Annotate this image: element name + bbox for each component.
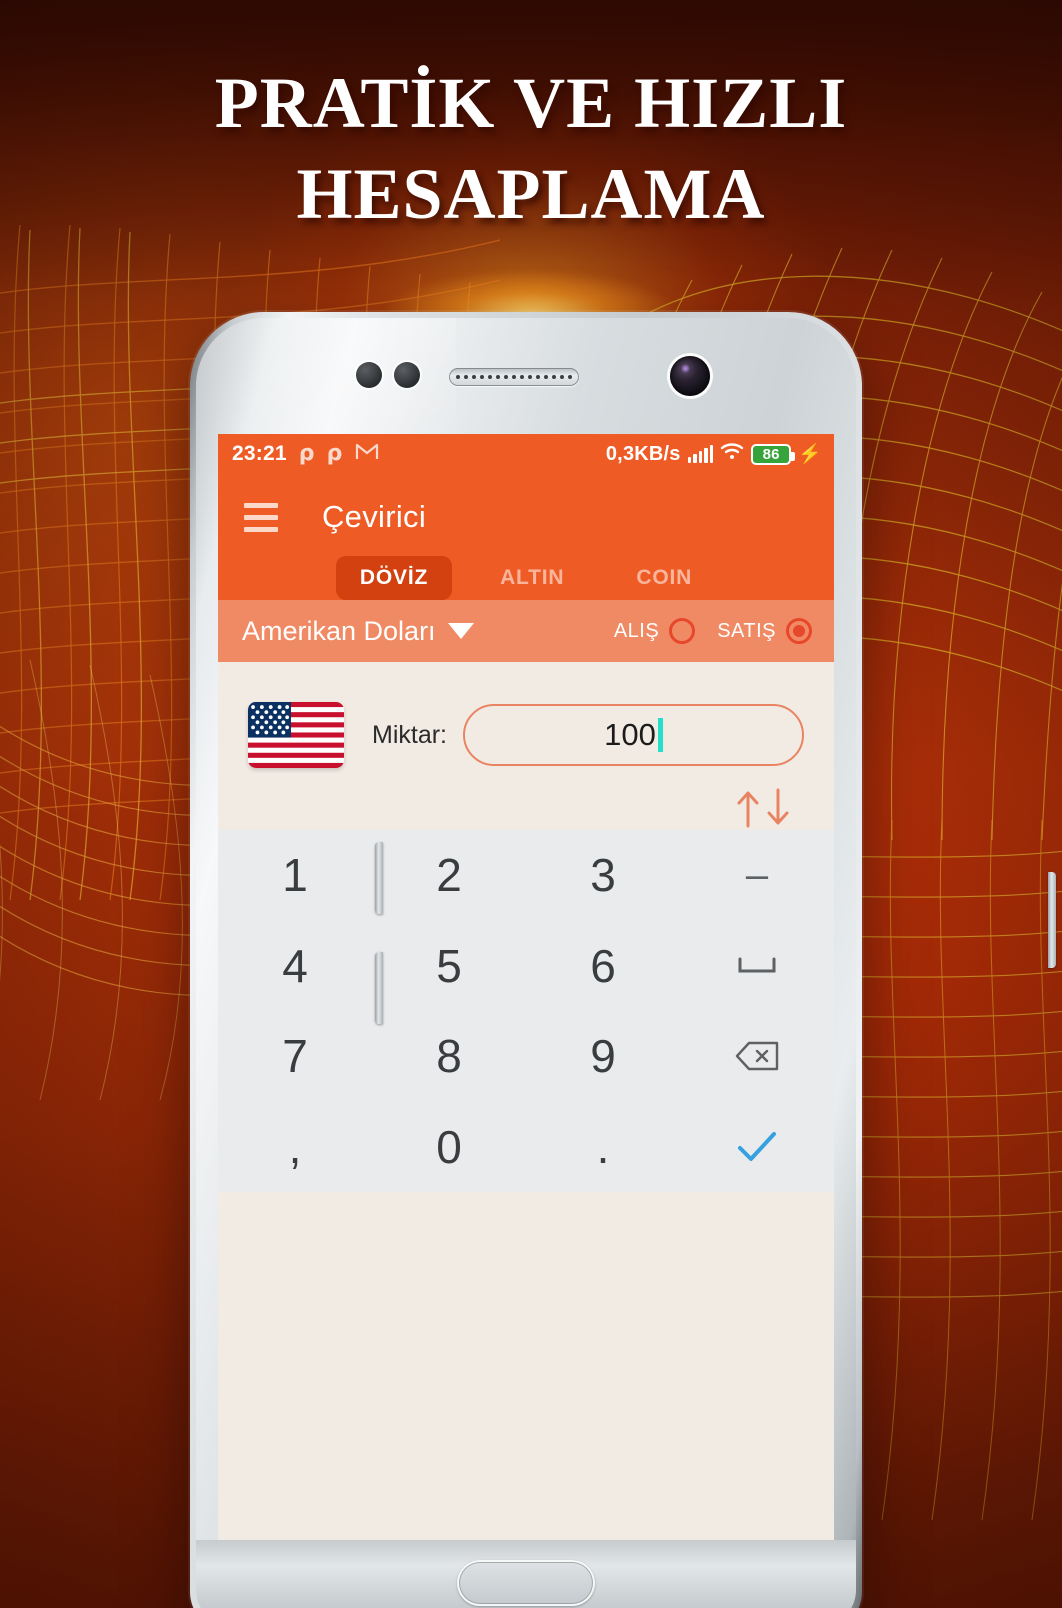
app-title: Çevirici	[322, 499, 427, 534]
key-9[interactable]: 9	[526, 1011, 680, 1102]
phone-top-bezel	[196, 318, 856, 434]
battery-level-label: 86	[762, 445, 780, 463]
tab-coin[interactable]: COIN	[612, 556, 716, 600]
app-bar-top-row: Çevirici	[218, 486, 834, 548]
gmail-icon	[355, 442, 379, 466]
tab-bar: DÖVİZ ALTIN COIN	[218, 548, 834, 600]
chevron-down-icon	[447, 623, 474, 639]
phone-mockup: 23:21 ρ ρ 0,3KB/s 86 ⚡ Çevirici DÖVİZ AL…	[190, 312, 1056, 1608]
earpiece-speaker-icon	[449, 368, 579, 386]
light-sensor-icon	[394, 362, 420, 388]
amount-input[interactable]: 100	[463, 704, 804, 766]
status-bar-left: 23:21 ρ ρ	[232, 442, 379, 466]
status-bar-right: 0,3KB/s 86 ⚡	[606, 442, 822, 466]
p-notification-icon-2: ρ	[326, 441, 343, 466]
volume-up-button[interactable]	[375, 842, 383, 914]
minus-icon[interactable]: –	[680, 830, 834, 921]
key-6[interactable]: 6	[526, 921, 680, 1012]
us-flag-icon	[248, 702, 344, 768]
backspace-icon[interactable]	[680, 1011, 834, 1102]
amount-label: Miktar:	[372, 720, 447, 749]
lightning-bolt-icon: ⚡	[798, 443, 822, 465]
home-button-icon[interactable]	[457, 1560, 595, 1606]
wifi-icon	[720, 442, 744, 466]
key-8[interactable]: 8	[372, 1011, 526, 1102]
price-type-radio-group: ALIŞ SATIŞ	[614, 618, 812, 644]
front-camera-icon	[670, 356, 710, 396]
check-icon[interactable]	[680, 1102, 834, 1193]
radio-option-satis[interactable]: SATIŞ	[717, 618, 812, 644]
phone-screen: 23:21 ρ ρ 0,3KB/s 86 ⚡ Çevirici DÖVİZ AL…	[218, 434, 834, 1540]
amount-row: Miktar: 100	[218, 662, 834, 780]
key-3[interactable]: 3	[526, 830, 680, 921]
key-period[interactable]: .	[526, 1102, 680, 1193]
key-4[interactable]: 4	[218, 921, 372, 1012]
proximity-sensor-icon	[356, 362, 382, 388]
headline-line-1: PRATİK VE HIZLI	[214, 63, 848, 143]
power-button[interactable]	[1048, 872, 1056, 968]
phone-body: 23:21 ρ ρ 0,3KB/s 86 ⚡ Çevirici DÖVİZ AL…	[196, 318, 856, 1608]
hamburger-menu-icon[interactable]	[244, 502, 278, 532]
swap-row	[218, 780, 834, 837]
network-speed-label: 0,3KB/s	[605, 442, 681, 465]
promo-headline: PRATİK VE HIZLI HESAPLAMA	[0, 58, 1062, 239]
radio-option-alis[interactable]: ALIŞ	[613, 618, 696, 644]
key-7[interactable]: 7	[218, 1011, 372, 1102]
currency-selector-bar: Amerikan Doları ALIŞ SATIŞ	[218, 600, 834, 662]
phone-bottom-bezel	[196, 1540, 856, 1608]
key-5[interactable]: 5	[372, 921, 526, 1012]
currency-dropdown-label: Amerikan Doları	[242, 615, 436, 646]
key-0[interactable]: 0	[372, 1102, 526, 1193]
numeric-keypad: 1 2 3 – 4 5 6 7 8 9 , 0 .	[218, 830, 834, 1192]
tab-altin[interactable]: ALTIN	[476, 556, 588, 600]
signal-bars-icon	[687, 445, 714, 463]
text-cursor	[657, 718, 663, 752]
status-bar: 23:21 ρ ρ 0,3KB/s 86 ⚡	[218, 434, 834, 474]
tab-doviz[interactable]: DÖVİZ	[335, 556, 453, 600]
radio-alis-button[interactable]	[669, 618, 696, 644]
key-1[interactable]: 1	[218, 830, 372, 921]
converter-panel: Miktar: 100 1 2 3 – 4 5 6 7 8 9 , 0 .	[218, 662, 834, 1192]
p-notification-icon: ρ	[298, 441, 315, 466]
space-icon[interactable]	[680, 921, 834, 1012]
headline-line-2: HESAPLAMA	[296, 153, 766, 234]
radio-alis-label: ALIŞ	[613, 619, 660, 642]
radio-satis-label: SATIŞ	[717, 619, 776, 642]
battery-indicator: 86	[751, 443, 796, 465]
amount-input-value: 100	[604, 717, 656, 752]
app-bar: Çevirici DÖVİZ ALTIN COIN	[218, 474, 834, 600]
key-comma[interactable]: ,	[218, 1102, 372, 1193]
key-2[interactable]: 2	[372, 830, 526, 921]
volume-down-button[interactable]	[375, 952, 383, 1024]
radio-satis-button[interactable]	[786, 618, 812, 644]
currency-dropdown[interactable]: Amerikan Doları	[242, 616, 474, 647]
status-clock: 23:21	[232, 442, 287, 465]
